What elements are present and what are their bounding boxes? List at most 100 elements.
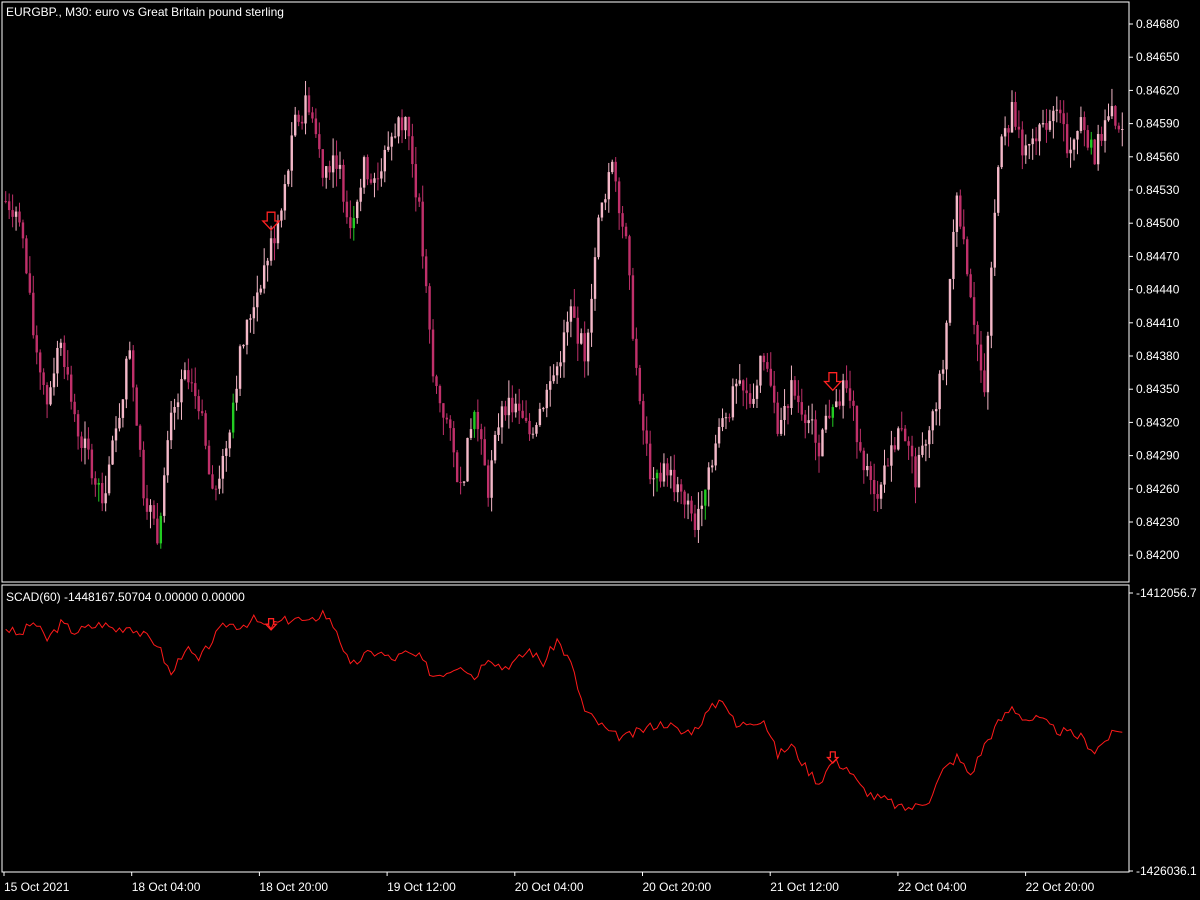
candle-body [673,469,676,493]
candle-body [1045,123,1048,130]
candle-body [159,515,163,544]
candle-body [762,355,766,363]
candle-body [52,373,56,388]
candle-body [318,134,321,150]
candle-body [1062,113,1065,125]
candle-body [300,121,304,124]
candle-body [1031,138,1034,145]
candle-body [542,408,545,410]
candle-body [321,149,324,178]
candle-body [855,405,859,443]
candle-body [325,166,328,178]
candle-body [59,342,63,348]
candle-body [163,475,166,516]
candle-body [704,489,707,506]
candle-body [338,164,342,169]
candle-body [1059,109,1062,114]
candle-body [25,238,28,274]
candle-body [1065,124,1069,154]
candle-body [724,417,728,419]
candle-body [514,403,517,413]
candle-body [531,433,535,435]
candle [897,426,900,451]
candle-body [369,179,373,183]
candle-body [1093,139,1096,165]
candle-body [590,298,593,333]
candle-body [414,164,418,198]
candle-body [921,445,924,455]
candle-body [87,438,90,450]
candle-body [800,402,803,415]
candle-body [393,136,397,138]
candle-body [969,274,972,298]
candle-body [404,116,407,131]
candle [948,278,952,326]
candle-body [345,201,349,218]
candle-body [221,455,225,479]
candle-body [710,465,714,468]
candle-body [869,465,872,481]
candle-body [211,474,214,489]
candle-body [517,403,521,411]
candle-body [890,445,893,466]
candle-body [135,387,138,426]
candle-body [69,374,73,402]
candle-body [662,463,666,482]
candle-body [45,384,49,405]
candle-body [600,202,604,218]
candle-body [452,428,455,453]
candle-body [883,465,886,485]
candle-body [328,166,331,173]
candle [142,441,145,506]
candle-body [893,445,897,450]
candle-body [604,199,607,203]
candle-body [549,381,552,390]
candle-body [576,317,579,344]
candle-body [83,438,87,448]
candle-body [783,405,786,420]
candle-body [66,367,69,375]
candle-body [614,161,617,182]
candle-body [552,375,555,382]
time-axis-label: 22 Oct 04:00 [898,880,967,894]
candle-body [156,518,159,544]
candle-body [214,488,218,490]
candle [163,467,166,523]
candle-body [941,369,945,374]
candle-body [259,288,262,293]
candle-body [745,390,748,394]
candle-body [707,467,710,490]
candle-body [169,412,173,441]
candle-body [866,465,869,471]
candle-body [900,428,903,430]
candle [631,267,635,341]
candle-body [1114,106,1117,126]
candle [1114,105,1117,130]
candle-body [714,443,717,466]
price-axis-label: 0.84350 [1136,382,1180,396]
candle-body [273,238,276,244]
candle-body [903,428,907,442]
candle-body [1024,145,1027,156]
candle-body [459,482,462,484]
candle-body [1028,144,1031,146]
price-axis-label: 0.84410 [1136,316,1180,330]
price-axis-label: 0.84500 [1136,216,1180,230]
candle-body [1014,102,1017,127]
candle-body [1117,125,1121,130]
candle [597,214,600,260]
candle-body [252,307,256,319]
candle-body [493,434,497,461]
chart-title: EURGBP., M30: euro vs Great Britain poun… [6,5,284,19]
candle-body [118,417,121,429]
price-axis-label: 0.84470 [1136,249,1180,263]
candle-body [804,414,807,424]
candle-body [18,211,21,223]
candle-body [1003,128,1007,137]
candle-body [666,463,669,476]
candle [287,169,290,187]
candle [493,430,497,464]
candle-body [149,505,152,512]
candle [238,344,242,397]
candle-body [1048,121,1052,130]
